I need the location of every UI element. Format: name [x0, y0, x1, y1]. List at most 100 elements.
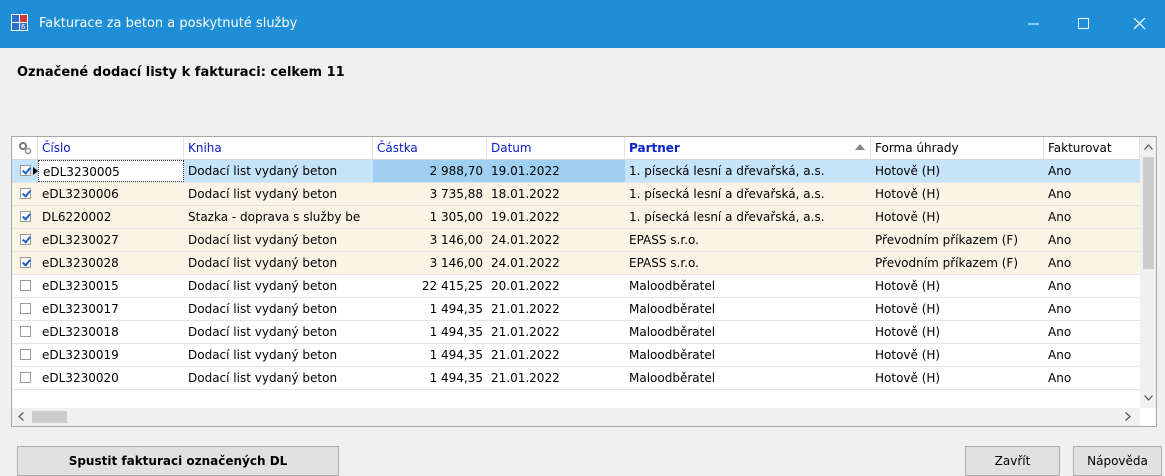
- selection-summary: Označené dodací listy k fakturaci: celke…: [17, 65, 345, 80]
- table-row[interactable]: eDL3230020 Dodací list vydaný beton 1 494,…: [12, 367, 1140, 390]
- cell-castka: 3 735,88: [429, 187, 483, 201]
- cell-forma: Převodním příkazem (F): [875, 233, 1019, 247]
- cell-kniha: Dodací list vydaný beton: [188, 187, 338, 201]
- cell-fakturovat: Ano: [1048, 279, 1072, 293]
- cell-fakturovat: Ano: [1048, 348, 1072, 362]
- table-row[interactable]: eDL3230019 Dodací list vydaný beton 1 494,…: [12, 344, 1140, 367]
- close-window-button[interactable]: [1117, 0, 1163, 48]
- app-icon: 6: [11, 14, 28, 31]
- cell-datum: 19.01.2022: [491, 210, 560, 224]
- column-header-forma[interactable]: Forma úhrady: [871, 137, 1044, 159]
- cell-castka: 3 146,00: [429, 233, 483, 247]
- column-settings-icon: [19, 142, 32, 155]
- cell-cislo: eDL3230017: [42, 302, 119, 316]
- cell-partner: Maloodběratel: [629, 279, 716, 293]
- sort-ascending-icon: [855, 144, 865, 150]
- cell-datum: 21.01.2022: [491, 348, 560, 362]
- row-checkbox[interactable]: [20, 188, 31, 199]
- cell-cislo: DL6220002: [42, 210, 112, 224]
- cell-cislo: eDL3230028: [42, 256, 119, 270]
- row-checkbox[interactable]: [20, 280, 31, 291]
- close-button[interactable]: Zavřít: [965, 446, 1060, 476]
- row-checkbox[interactable]: [20, 211, 31, 222]
- column-settings-button[interactable]: [12, 137, 38, 159]
- cell-cislo: eDL3230015: [42, 279, 119, 293]
- start-invoicing-button[interactable]: Spustit fakturaci označených DL: [17, 446, 339, 476]
- cell-cislo: eDL3230005: [38, 160, 184, 182]
- row-checkbox[interactable]: [20, 165, 31, 176]
- table-row[interactable]: eDL3230027 Dodací list vydaný beton 3 146,…: [12, 229, 1140, 252]
- close-icon: [1134, 18, 1146, 30]
- cell-datum: 18.01.2022: [491, 187, 560, 201]
- cell-castka: 3 146,00: [429, 256, 483, 270]
- horizontal-scrollbar[interactable]: [12, 408, 1140, 426]
- cell-cislo: eDL3230019: [42, 348, 119, 362]
- row-checkbox[interactable]: [20, 234, 31, 245]
- table-row[interactable]: eDL3230015 Dodací list vydaný beton 22 415…: [12, 275, 1140, 298]
- cell-kniha: Dodací list vydaný beton: [188, 302, 338, 316]
- column-header-kniha[interactable]: Kniha: [184, 137, 373, 159]
- vertical-scrollbar[interactable]: [1140, 137, 1156, 408]
- cell-partner: EPASS s.r.o.: [629, 256, 699, 270]
- column-header-datum[interactable]: Datum: [487, 137, 625, 159]
- maximize-button[interactable]: [1061, 0, 1107, 48]
- cell-castka: 1 494,35: [429, 348, 483, 362]
- help-button[interactable]: Nápověda: [1073, 446, 1162, 476]
- scroll-up-icon[interactable]: [1144, 144, 1153, 150]
- cell-kniha: Dodací list vydaný beton: [188, 279, 338, 293]
- cell-forma: Hotově (H): [875, 325, 941, 339]
- row-checkbox[interactable]: [20, 303, 31, 314]
- table-row[interactable]: DL6220002 Stazka - doprava s služby be 1 3…: [12, 206, 1140, 229]
- scroll-right-icon[interactable]: [1125, 412, 1131, 421]
- title-bar: 6 Fakturace za beton a poskytnuté služby: [0, 0, 1165, 48]
- cell-fakturovat: Ano: [1048, 302, 1072, 316]
- cell-castka: 1 494,35: [429, 302, 483, 316]
- scroll-down-icon[interactable]: [1144, 395, 1153, 401]
- delivery-notes-table[interactable]: Číslo Kniha Částka Datum Partner Forma ú…: [11, 136, 1157, 427]
- table-row[interactable]: eDL3230005 Dodací list vydaný beton 2 988,…: [12, 160, 1140, 183]
- table-row[interactable]: eDL3230028 Dodací list vydaný beton 3 146,…: [12, 252, 1140, 275]
- cell-partner: 1. písecká lesní a dřevařská, a.s.: [629, 187, 825, 201]
- table-row[interactable]: eDL3230018 Dodací list vydaný beton 1 494,…: [12, 321, 1140, 344]
- cell-datum: 24.01.2022: [491, 233, 560, 247]
- cell-forma: Převodním příkazem (F): [875, 256, 1019, 270]
- cell-datum: 21.01.2022: [491, 371, 560, 385]
- cell-castka: 22 415,25: [421, 279, 483, 293]
- cell-fakturovat: Ano: [1048, 187, 1072, 201]
- minimize-button[interactable]: [1011, 0, 1057, 48]
- svg-text:6: 6: [21, 23, 26, 31]
- cell-kniha: Dodací list vydaný beton: [188, 233, 338, 247]
- cell-cislo: eDL3230027: [42, 233, 119, 247]
- row-checkbox[interactable]: [20, 326, 31, 337]
- vertical-scroll-thumb[interactable]: [1143, 157, 1154, 269]
- table-row[interactable]: eDL3230017 Dodací list vydaný beton 1 494,…: [12, 298, 1140, 321]
- row-checkbox[interactable]: [20, 257, 31, 268]
- cell-castka: 1 494,35: [429, 325, 483, 339]
- cell-forma: Hotově (H): [875, 348, 941, 362]
- cell-datum: 21.01.2022: [491, 325, 560, 339]
- cell-partner: Maloodběratel: [629, 348, 716, 362]
- cell-forma: Hotově (H): [875, 210, 941, 224]
- column-header-partner-label: Partner: [629, 141, 680, 155]
- cell-datum: 20.01.2022: [491, 279, 560, 293]
- cell-cislo: eDL3230018: [42, 325, 119, 339]
- cell-partner: EPASS s.r.o.: [629, 233, 699, 247]
- cell-kniha: Stazka - doprava s služby be: [188, 210, 361, 224]
- column-header-cislo[interactable]: Číslo: [38, 137, 184, 159]
- row-checkbox[interactable]: [20, 349, 31, 360]
- column-header-fakturovat[interactable]: Fakturovat: [1044, 137, 1140, 159]
- cell-fakturovat: Ano: [1048, 233, 1072, 247]
- column-header-castka[interactable]: Částka: [373, 137, 487, 159]
- table-row[interactable]: eDL3230006 Dodací list vydaný beton 3 735,…: [12, 183, 1140, 206]
- cell-datum: 19.01.2022: [487, 160, 625, 182]
- table-header: Číslo Kniha Částka Datum Partner Forma ú…: [12, 137, 1140, 160]
- column-header-partner[interactable]: Partner: [625, 137, 871, 159]
- horizontal-scroll-thumb[interactable]: [32, 411, 67, 423]
- maximize-icon: [1078, 18, 1089, 29]
- scroll-left-icon[interactable]: [18, 412, 24, 421]
- window-title: Fakturace za beton a poskytnuté služby: [39, 16, 298, 31]
- cell-castka: 1 494,35: [429, 371, 483, 385]
- row-checkbox[interactable]: [20, 372, 31, 383]
- cell-forma: Hotově (H): [875, 279, 941, 293]
- cell-cislo: eDL3230006: [42, 187, 119, 201]
